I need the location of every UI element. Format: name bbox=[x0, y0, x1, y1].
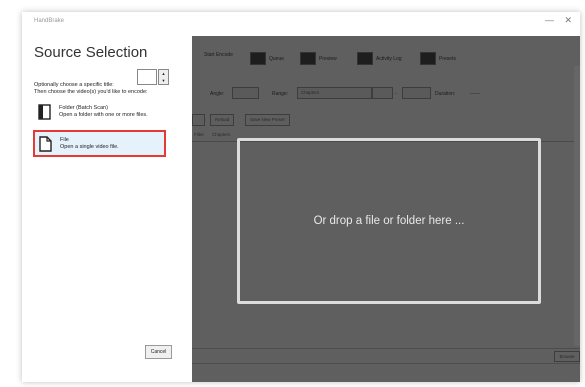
save-new-preset-button[interactable]: Save New Preset bbox=[245, 114, 290, 126]
title-spinner[interactable]: ▲ ▼ bbox=[158, 69, 169, 85]
title-bar: HandBrake — ✕ bbox=[22, 12, 580, 32]
preset-dropdown[interactable] bbox=[192, 114, 205, 126]
destination-bar: Browse bbox=[192, 348, 580, 364]
activity-log-button[interactable]: Activity Log bbox=[357, 52, 402, 65]
file-option-label: File bbox=[60, 136, 69, 143]
close-button[interactable]: ✕ bbox=[564, 15, 572, 26]
drop-zone-text: Or drop a file or folder here ... bbox=[313, 215, 465, 227]
cancel-button[interactable]: Cancel bbox=[145, 345, 172, 359]
browse-button[interactable]: Browse bbox=[554, 351, 580, 362]
presets-button[interactable]: Presets bbox=[420, 52, 456, 65]
duration-value: ------ bbox=[470, 91, 480, 97]
range-label: Range: bbox=[272, 91, 289, 97]
preview-button[interactable]: Preview bbox=[300, 52, 337, 65]
panel-title: Source Selection bbox=[34, 44, 148, 61]
drop-zone[interactable]: Or drop a file or folder here ... bbox=[237, 138, 541, 304]
range-end-dropdown[interactable] bbox=[402, 87, 431, 99]
queue-button[interactable]: Queue bbox=[250, 52, 284, 65]
title-prompt: Optionally choose a specific title: bbox=[34, 82, 114, 88]
app-window: HandBrake — ✕ Source Selection Optionall… bbox=[22, 12, 580, 382]
scrollbar[interactable] bbox=[574, 66, 580, 346]
file-icon bbox=[39, 135, 52, 152]
queue-icon bbox=[250, 52, 266, 65]
folder-option-description: Open a folder with one or more files. bbox=[59, 112, 148, 118]
tab-chapters[interactable]: Chapters bbox=[212, 132, 230, 137]
start-encode-button[interactable]: Start Encode bbox=[204, 52, 233, 58]
range-separator: - bbox=[395, 91, 397, 97]
minimize-button[interactable]: — bbox=[545, 15, 554, 25]
reload-button[interactable]: Reload bbox=[210, 114, 235, 126]
preview-icon bbox=[300, 52, 316, 65]
folder-option-label: Folder (Batch Scan) bbox=[59, 105, 108, 111]
folder-icon bbox=[38, 104, 51, 120]
file-option[interactable]: File Open a single video file. bbox=[33, 130, 166, 157]
tab-filter[interactable]: Filter bbox=[194, 132, 204, 137]
choose-prompt: Then choose the video(s) you'd like to e… bbox=[34, 89, 148, 95]
presets-icon bbox=[420, 52, 436, 65]
toolbar: Start Encode Queue Preview Activity Log … bbox=[192, 36, 580, 66]
duration-label: Duration: bbox=[435, 91, 456, 97]
range-type-dropdown[interactable]: Chapters bbox=[297, 87, 372, 99]
log-icon bbox=[357, 52, 373, 65]
app-title: HandBrake bbox=[34, 18, 65, 24]
main-window-overlay: Start Encode Queue Preview Activity Log … bbox=[192, 36, 580, 382]
angle-label: Angle: bbox=[210, 91, 225, 97]
angle-dropdown[interactable] bbox=[232, 87, 259, 99]
folder-batch-option[interactable]: Folder (Batch Scan) Open a folder with o… bbox=[34, 100, 165, 124]
title-number-input[interactable] bbox=[137, 69, 157, 85]
range-start-dropdown[interactable] bbox=[372, 87, 393, 99]
file-option-description: Open a single video file. bbox=[60, 143, 119, 150]
